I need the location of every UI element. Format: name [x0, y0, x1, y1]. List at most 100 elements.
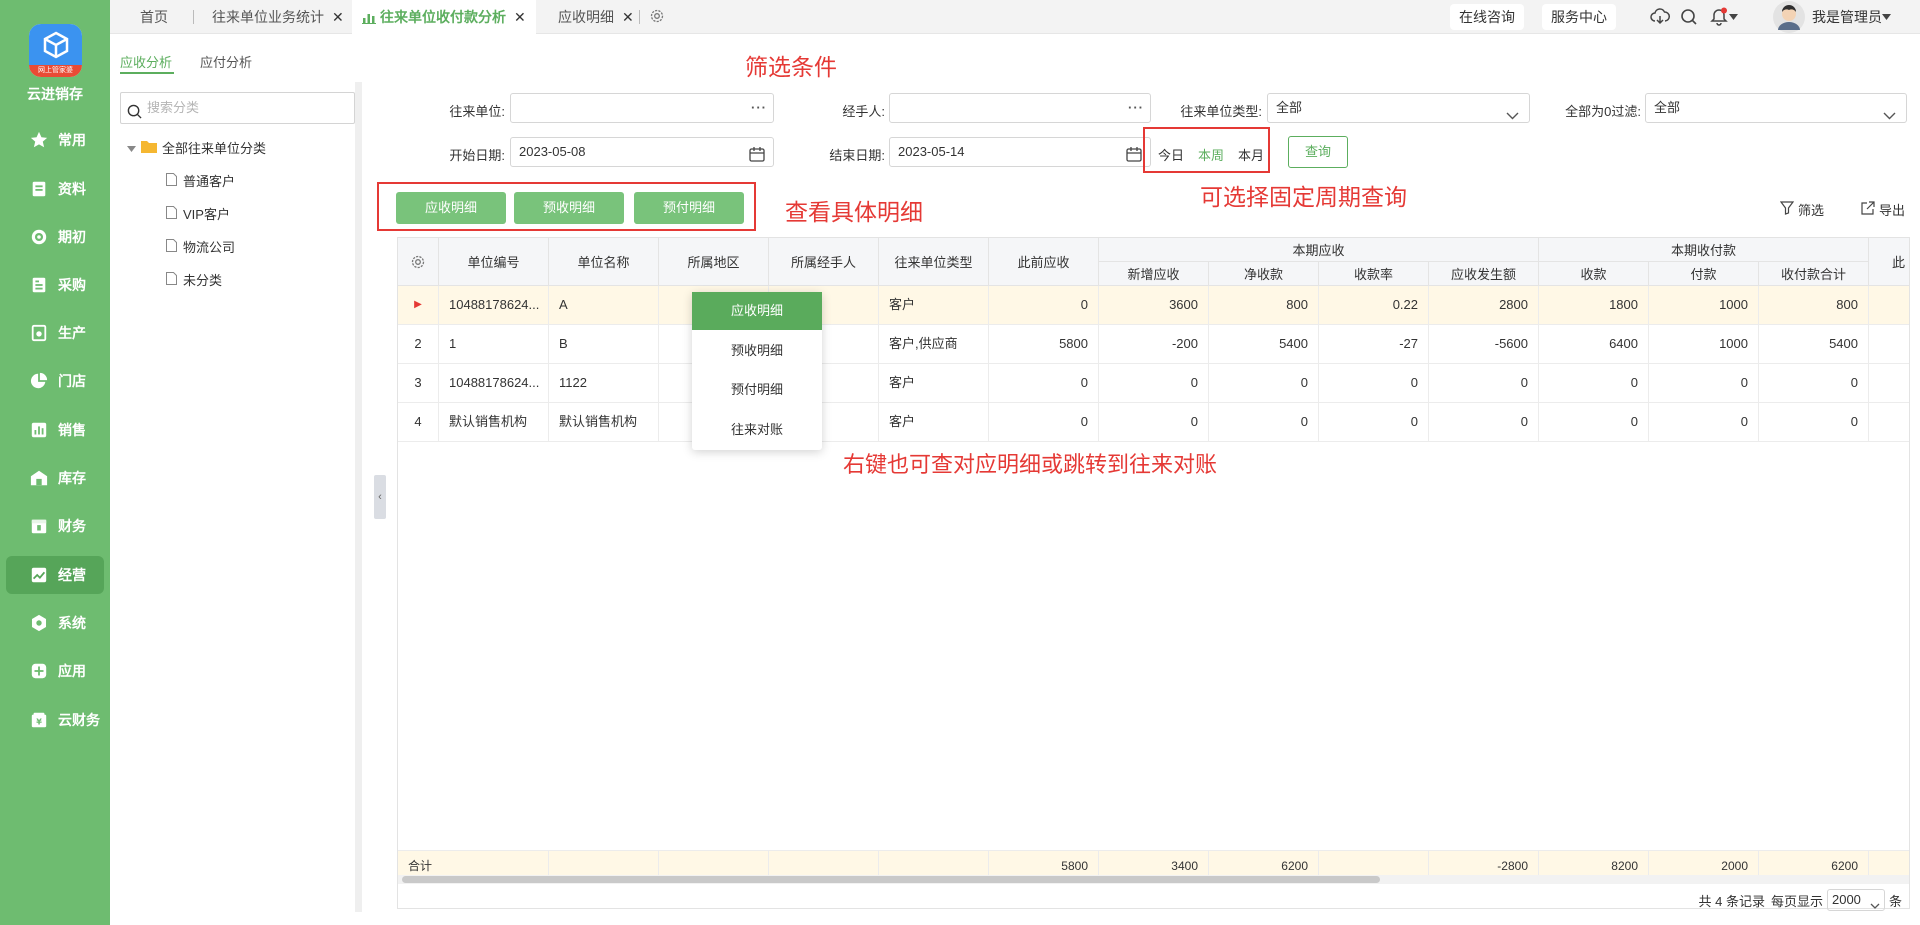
tree-item-label: VIP客户: [183, 207, 230, 222]
user-name[interactable]: 我是管理员: [1812, 0, 1882, 34]
more-dots-icon[interactable]: ···: [751, 94, 767, 122]
nav-item-system[interactable]: 系统: [6, 604, 104, 642]
tree-item[interactable]: 未分类: [166, 270, 222, 289]
context-menu-reconciliation[interactable]: 往来对账: [692, 411, 822, 449]
header-prev-receivable[interactable]: 此前应收: [989, 238, 1099, 286]
start-date-input[interactable]: 2023-05-08: [510, 137, 774, 167]
more-dots-icon[interactable]: ···: [1128, 94, 1144, 122]
unit-type-select[interactable]: 全部: [1267, 93, 1530, 123]
horizontal-scrollbar[interactable]: [398, 875, 1909, 884]
nav-item-common[interactable]: 常用: [6, 121, 104, 159]
table-row[interactable]: 2 1 B 客户,供应商 5800 -200 5400 -27 -5600 64…: [398, 325, 1909, 364]
nav-item-production[interactable]: 生产: [6, 314, 104, 352]
tree-root-item[interactable]: 全部往来单位分类: [127, 138, 266, 157]
nav-item-data[interactable]: 资料: [6, 170, 104, 208]
nav-item-apps[interactable]: 应用: [6, 652, 104, 690]
cell-add: -200: [1099, 325, 1209, 363]
receivable-detail-button[interactable]: 应收明细: [396, 192, 506, 224]
tab-settings-gear-icon[interactable]: [646, 5, 668, 27]
nav-item-finance[interactable]: 财务: [6, 507, 104, 545]
cloud-finance-icon: ¥: [28, 709, 50, 731]
header-unit-type[interactable]: 往来单位类型: [879, 238, 989, 286]
column-settings-gear-icon[interactable]: [398, 238, 439, 286]
bar-chart-icon: [28, 419, 50, 441]
subtab-payable-analysis[interactable]: 应付分析: [200, 52, 252, 71]
tab-separator: [193, 10, 194, 24]
prepayment-detail-button[interactable]: 预付明细: [634, 192, 744, 224]
scrollbar-thumb[interactable]: [402, 876, 1380, 883]
nav-item-inventory[interactable]: 库存: [6, 459, 104, 497]
header-receipt[interactable]: 收款: [1539, 262, 1649, 286]
tab-unit-payment-analysis[interactable]: 往来单位收付款分析 ✕: [352, 0, 536, 34]
table-row[interactable]: 3 10488178624... 1122 客户 0 0 0 0 0 0 0 0: [398, 364, 1909, 403]
header-unit-code[interactable]: 单位编号: [439, 238, 549, 286]
nav-item-label: 门店: [58, 373, 86, 389]
cell-total: 0: [1759, 403, 1869, 441]
handler-input[interactable]: ···: [889, 93, 1151, 123]
calendar-icon[interactable]: [749, 144, 765, 172]
advance-receipt-detail-button[interactable]: 预收明细: [514, 192, 624, 224]
cell-pay: 0: [1649, 364, 1759, 402]
query-button[interactable]: 查询: [1288, 136, 1348, 168]
unit-input[interactable]: ···: [510, 93, 774, 123]
end-date-input[interactable]: 2023-05-14: [889, 137, 1151, 167]
annotation-filter: 筛选条件: [745, 54, 837, 80]
header-unit-name[interactable]: 单位名称: [549, 238, 659, 286]
table-row[interactable]: ▶ 10488178624... A 客户 0 3600 800 0.22 28…: [398, 286, 1909, 325]
record-count: 共 4 条记录: [1698, 893, 1765, 909]
header-payment-total[interactable]: 收付款合计: [1759, 262, 1869, 286]
service-center-button[interactable]: 服务中心: [1542, 4, 1616, 30]
nav-item-label: 云财务: [58, 712, 100, 728]
tree-item[interactable]: 物流公司: [166, 237, 235, 256]
user-menu-chevron-icon[interactable]: [1880, 6, 1892, 28]
subtab-receivable-analysis[interactable]: 应收分析: [120, 52, 172, 71]
close-icon[interactable]: ✕: [332, 9, 344, 25]
chevron-down-icon[interactable]: [1727, 6, 1739, 28]
tab-receivable-detail[interactable]: 应收明细 ✕: [558, 0, 634, 34]
cell-add: 0: [1099, 403, 1209, 441]
header-net-receipt[interactable]: 净收款: [1209, 262, 1319, 286]
per-page-select[interactable]: 2000: [1826, 889, 1885, 911]
warehouse-icon: [28, 467, 50, 489]
header-handler[interactable]: 所属经手人: [769, 238, 879, 286]
nav-item-label: 财务: [58, 518, 86, 534]
nav-item-opening[interactable]: 期初: [6, 218, 104, 256]
caret-down-icon[interactable]: [127, 140, 136, 155]
nav-item-store[interactable]: 门店: [6, 362, 104, 400]
context-menu-prepayment-detail[interactable]: 预付明细: [692, 371, 822, 409]
header-payment[interactable]: 付款: [1649, 262, 1759, 286]
header-new-receivable[interactable]: 新增应收: [1099, 262, 1209, 286]
app-logo[interactable]: 网上管家婆: [29, 24, 82, 77]
calendar-icon[interactable]: [1126, 144, 1142, 172]
nav-item-operation[interactable]: 经营: [6, 556, 104, 594]
header-region[interactable]: 所属地区: [659, 238, 769, 286]
nav-item-purchase[interactable]: 采购: [6, 266, 104, 304]
nav-item-sales[interactable]: 销售: [6, 411, 104, 449]
tab-home[interactable]: 首页: [140, 0, 168, 34]
header-collection-rate[interactable]: 收款率: [1319, 262, 1429, 286]
nav-item-cloud-finance[interactable]: ¥ 云财务: [6, 701, 104, 739]
filter-tool[interactable]: 筛选: [1779, 200, 1824, 219]
collapse-panel-handle[interactable]: ‹: [374, 475, 386, 519]
context-menu-receivable-detail[interactable]: 应收明细: [692, 292, 822, 330]
export-tool[interactable]: 导出: [1861, 200, 1905, 219]
table-row[interactable]: 4 默认销售机构 默认销售机构 客户 0 0 0 0 0 0 0 0: [398, 403, 1909, 442]
tree-item[interactable]: 普通客户: [166, 171, 235, 190]
tab-unit-business-stats[interactable]: 往来单位业务统计 ✕: [212, 0, 344, 34]
file-icon: [166, 205, 177, 222]
cell-rate: 0.22: [1319, 286, 1429, 324]
cell-recv: 1800: [1539, 286, 1649, 324]
user-avatar[interactable]: [1772, 0, 1806, 34]
cloud-download-icon[interactable]: [1649, 6, 1671, 28]
header-receivable-amount[interactable]: 应收发生额: [1429, 262, 1539, 286]
context-menu-advance-receipt-detail[interactable]: 预收明细: [692, 332, 822, 370]
online-consult-button[interactable]: 在线咨询: [1450, 4, 1524, 30]
tree-item[interactable]: VIP客户: [166, 204, 230, 223]
header-overflow[interactable]: 此: [1869, 238, 1909, 286]
close-icon[interactable]: ✕: [622, 9, 634, 25]
zero-filter-select[interactable]: 全部: [1645, 93, 1907, 123]
category-search-input[interactable]: 搜索分类: [120, 92, 355, 124]
left-panel-scrollbar[interactable]: [355, 82, 362, 912]
search-icon[interactable]: [1678, 6, 1700, 28]
close-icon[interactable]: ✕: [514, 9, 526, 25]
